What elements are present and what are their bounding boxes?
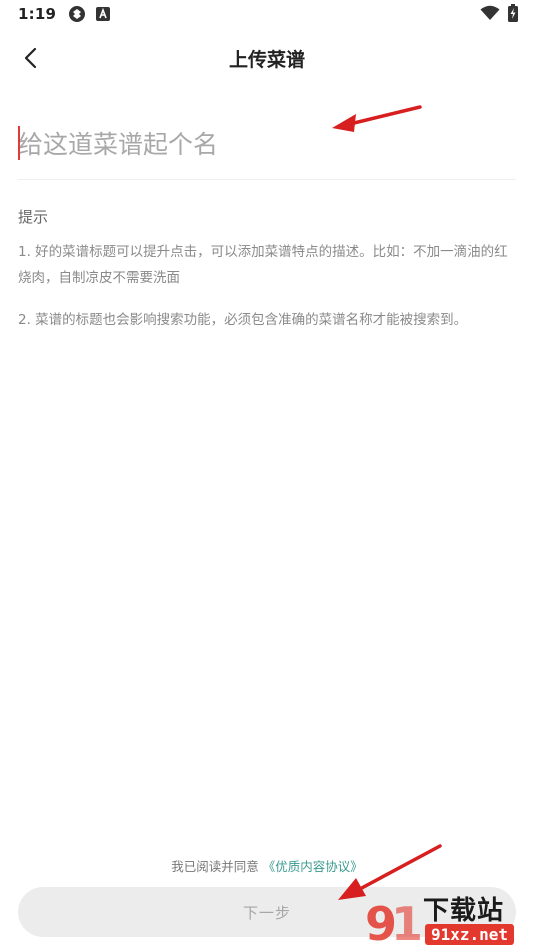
recipe-name-input[interactable] bbox=[18, 118, 516, 170]
battery-charging-icon bbox=[508, 4, 518, 22]
text-caret bbox=[18, 126, 20, 160]
svg-text:1: 1 bbox=[391, 897, 423, 950]
tips-section: 提示 1. 好的菜谱标题可以提升点击，可以添加菜谱特点的描述。比如：不加一滴油的… bbox=[18, 206, 514, 333]
watermark-domain: 91xz.net bbox=[425, 924, 515, 945]
quality-content-agreement-link[interactable]: 《优质内容协议》 bbox=[263, 859, 363, 874]
agreement-prefix: 我已阅读并同意 bbox=[171, 859, 259, 874]
status-right-icons bbox=[480, 4, 518, 22]
tip-item: 2. 菜谱的标题也会影响搜索功能，必须包含准确的菜谱名称才能被搜索到。 bbox=[18, 312, 468, 328]
watermark-site-name: 下载站 bbox=[423, 896, 505, 926]
agreement-line: 我已阅读并同意 《优质内容协议》 bbox=[0, 856, 534, 875]
app-sync-icon bbox=[69, 6, 86, 22]
header-bar: 上传菜谱 bbox=[0, 34, 534, 82]
tip-item: 1. 好的菜谱标题可以提升点击，可以添加菜谱特点的描述。比如：不加一滴油的红烧肉… bbox=[18, 244, 508, 286]
back-button[interactable] bbox=[14, 42, 46, 74]
status-time: 1:19 bbox=[18, 5, 57, 23]
site-watermark: 9 1 下载站 91xz.net bbox=[359, 888, 534, 950]
page-title: 上传菜谱 bbox=[228, 48, 305, 71]
status-left-icons bbox=[68, 5, 111, 23]
tips-heading: 提示 bbox=[18, 208, 49, 226]
upload-recipe-screen: 1:19 上传菜谱 给这道菜谱起个名 提示 1. 好的菜谱标题可以提升点击，可以… bbox=[0, 0, 534, 950]
recipe-name-field bbox=[18, 118, 516, 180]
chevron-left-icon bbox=[24, 47, 37, 69]
status-bar: 1:19 bbox=[0, 0, 534, 28]
wifi-icon bbox=[480, 5, 500, 20]
a-badge-icon bbox=[96, 7, 111, 21]
